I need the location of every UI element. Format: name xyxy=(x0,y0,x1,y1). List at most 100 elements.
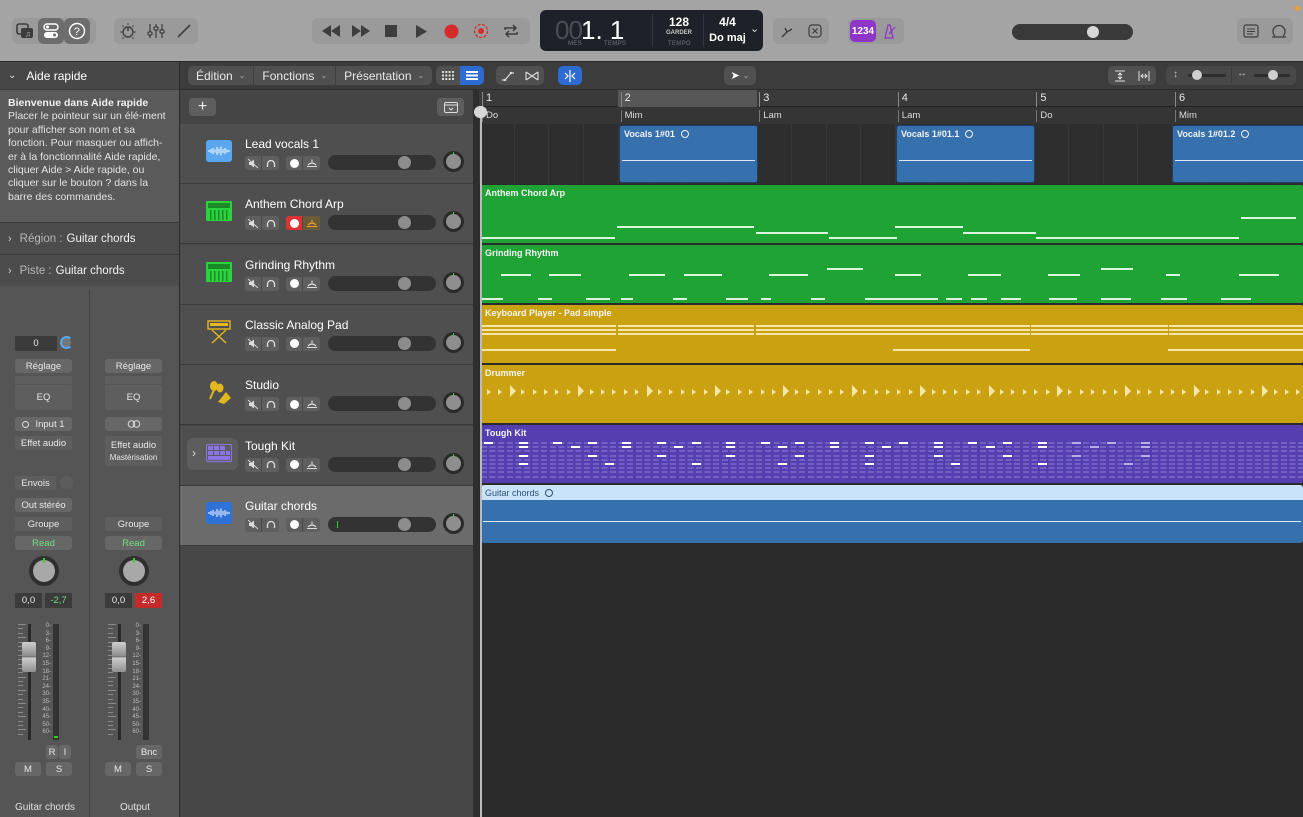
chord-label[interactable]: Mim xyxy=(1175,110,1197,122)
track-name[interactable]: Guitar chords xyxy=(245,499,317,513)
input-monitor-button[interactable] xyxy=(303,337,320,351)
record-enable-button[interactable] xyxy=(286,397,303,412)
input-button[interactable]: Input 1 xyxy=(15,417,72,431)
tuner-button[interactable] xyxy=(774,18,800,44)
playhead[interactable] xyxy=(480,108,482,817)
automation-button[interactable] xyxy=(496,66,520,85)
track-volume-knob[interactable] xyxy=(398,517,411,531)
solo-button[interactable] xyxy=(262,518,279,532)
track-name[interactable]: Studio xyxy=(245,378,279,392)
metronome-button[interactable] xyxy=(876,18,902,44)
arrange-area[interactable]: Vocals 1#01 Vocals 1#01.1 Vocals 1#01.2 … xyxy=(479,124,1303,817)
solo-button[interactable]: S xyxy=(46,762,72,776)
quick-help-header[interactable]: ⌄ Aide rapide xyxy=(0,62,179,90)
bar-number[interactable]: 2 xyxy=(620,92,631,107)
solo-mode-button[interactable] xyxy=(802,18,828,44)
audio-effect-slot[interactable]: Effet audio Mastérisation xyxy=(105,436,162,466)
bar-number[interactable]: 3 xyxy=(759,92,769,107)
record-enable-button[interactable] xyxy=(286,457,303,472)
record-enable-button[interactable] xyxy=(286,336,303,351)
pan-knob[interactable] xyxy=(119,556,149,586)
track-name[interactable]: Lead vocals 1 xyxy=(245,137,319,151)
track-volume-slider[interactable] xyxy=(328,516,436,532)
track-header[interactable]: Studio xyxy=(180,365,473,426)
solo-button[interactable] xyxy=(262,277,279,291)
track-volume-knob[interactable] xyxy=(398,216,411,230)
region-keyboard-player[interactable]: Keyboard Player - Pad simple xyxy=(481,305,1303,363)
audio-effect-slot[interactable]: Effet audio xyxy=(15,436,72,450)
ruler[interactable]: 123456 Do Mim Lam Lam Do Mim xyxy=(479,90,1303,124)
editors-button[interactable] xyxy=(171,18,197,44)
grid-view-button[interactable] xyxy=(436,66,460,85)
chord-label[interactable]: Lam xyxy=(759,110,782,122)
track-name[interactable]: Grinding Rhythm xyxy=(245,258,335,272)
bar-number[interactable]: 6 xyxy=(1175,92,1185,107)
fast-forward-button[interactable] xyxy=(348,18,374,44)
master-volume-slider[interactable] xyxy=(1012,24,1133,40)
count-in-button[interactable]: 1234 xyxy=(850,20,876,42)
region-grinding-rhythm[interactable]: Grinding Rhythm xyxy=(481,245,1303,303)
track-header[interactable]: Guitar chords xyxy=(180,485,473,546)
pan-knob[interactable] xyxy=(29,556,59,586)
track-header[interactable]: › Tough Kit xyxy=(180,425,473,486)
catch-playhead-button[interactable] xyxy=(558,66,582,85)
loop-browser-button[interactable] xyxy=(1266,18,1292,44)
library-button[interactable]: ♫ xyxy=(12,18,38,44)
track-name[interactable]: Classic Analog Pad xyxy=(245,318,348,332)
horizontal-zoom-slider[interactable] xyxy=(1254,70,1290,80)
track-name[interactable]: Tough Kit xyxy=(245,439,295,453)
menu-functions[interactable]: Fonctions ⌄ xyxy=(254,66,337,85)
track-pan-knob[interactable] xyxy=(443,271,464,293)
region-vocals-1-01-1[interactable]: Vocals 1#01.1 xyxy=(896,125,1035,183)
region-inspector-row[interactable]: › Région : Guitar chords xyxy=(0,222,179,254)
mute-button[interactable] xyxy=(245,457,262,472)
percussion-icon[interactable] xyxy=(206,381,232,405)
global-tracks-button[interactable] xyxy=(437,98,464,116)
record-button[interactable] xyxy=(438,18,464,44)
keyboard-stand-icon[interactable] xyxy=(206,320,232,344)
chord-label[interactable]: Do xyxy=(1036,110,1053,122)
eq-thumbnail[interactable] xyxy=(105,376,162,384)
track-pan-knob[interactable] xyxy=(443,331,464,353)
track-name[interactable]: Anthem Chord Arp xyxy=(245,197,344,211)
mute-button[interactable] xyxy=(245,216,262,231)
smart-controls-button[interactable] xyxy=(115,18,141,44)
output-button[interactable]: Out stéréo xyxy=(15,498,72,512)
list-view-button[interactable] xyxy=(460,66,484,85)
region-anthem-chord-arp[interactable]: Anthem Chord Arp xyxy=(481,185,1303,243)
track-volume-slider[interactable] xyxy=(328,215,436,231)
synthesizer-icon[interactable] xyxy=(206,200,232,222)
gain-field[interactable]: 0 xyxy=(15,336,57,351)
chevron-down-icon[interactable]: ⌄ xyxy=(750,22,759,35)
rewind-button[interactable] xyxy=(318,18,344,44)
chord-label[interactable]: Mim xyxy=(620,110,643,122)
mixer-button[interactable] xyxy=(143,18,169,44)
record-enable-button[interactable] xyxy=(286,156,303,170)
lcd-tempo-mode[interactable]: GARDER xyxy=(658,30,700,36)
peak-readout[interactable]: 2,6 xyxy=(135,593,162,608)
record-enable-button[interactable] xyxy=(286,216,303,231)
track-volume-knob[interactable] xyxy=(398,397,411,411)
stop-button[interactable] xyxy=(378,18,404,44)
track-volume-knob[interactable] xyxy=(398,156,411,169)
cycle-area[interactable] xyxy=(618,90,757,107)
lcd-tempo[interactable]: 128 xyxy=(658,15,700,29)
automation-mode-button[interactable]: Read xyxy=(105,536,162,550)
track-volume-knob[interactable] xyxy=(398,336,411,350)
volume-readout[interactable]: 0,0 xyxy=(105,593,132,608)
track-volume-slider[interactable] xyxy=(328,155,436,170)
track-pan-knob[interactable] xyxy=(443,392,464,414)
horizontal-zoom-knob[interactable] xyxy=(1268,70,1278,80)
peak-readout[interactable]: -2,7 xyxy=(45,593,72,608)
lcd-time-signature[interactable]: 4/4 xyxy=(705,15,750,29)
mute-button[interactable] xyxy=(245,276,262,291)
input-monitor-button[interactable] xyxy=(303,156,320,170)
mute-button[interactable] xyxy=(245,397,262,412)
track-volume-slider[interactable] xyxy=(328,275,436,291)
bounce-button[interactable]: Bnc xyxy=(136,745,162,759)
eq-button[interactable]: EQ xyxy=(15,385,72,410)
region-tough-kit[interactable]: Tough Kit xyxy=(481,425,1303,483)
gain-knob[interactable] xyxy=(60,336,73,349)
vertical-zoom-slider[interactable] xyxy=(1188,70,1226,80)
track-pan-knob[interactable] xyxy=(443,512,464,534)
